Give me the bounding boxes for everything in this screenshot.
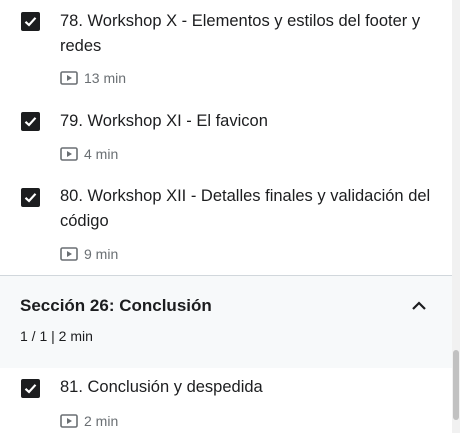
lecture-item[interactable]: 80. Workshop XII - Detalles finales y va… xyxy=(0,176,452,275)
duration-text: 4 min xyxy=(84,146,119,162)
video-icon xyxy=(60,147,78,161)
check-icon xyxy=(24,193,37,203)
lecture-item[interactable]: 81. Conclusión y despedida 2 min xyxy=(0,367,452,433)
section-summary: 1 / 1 | 2 min xyxy=(20,328,93,344)
check-icon xyxy=(24,384,37,394)
lecture-title: 79. Workshop XI - El favicon xyxy=(60,112,268,130)
lecture-title: 78. Workshop X - Elementos y estilos del… xyxy=(60,12,421,55)
lecture-title: 80. Workshop XII - Detalles finales y va… xyxy=(60,187,431,230)
video-icon xyxy=(60,247,78,261)
lecture-duration: 9 min xyxy=(60,245,118,263)
video-icon xyxy=(60,71,78,85)
lecture-title: 81. Conclusión y despedida xyxy=(60,378,263,396)
duration-text: 2 min xyxy=(84,413,119,429)
check-icon xyxy=(24,117,37,127)
video-icon xyxy=(60,414,78,428)
completed-checkbox[interactable] xyxy=(21,188,40,207)
chevron-up-icon[interactable] xyxy=(410,300,428,312)
section-title: Sección 26: Conclusión xyxy=(20,296,212,315)
section-header[interactable]: Sección 26: Conclusión 1 / 1 | 2 min xyxy=(0,275,452,368)
duration-text: 13 min xyxy=(84,70,127,86)
completed-checkbox[interactable] xyxy=(21,379,40,398)
lecture-duration: 13 min xyxy=(60,69,126,87)
check-icon xyxy=(24,17,37,27)
lecture-item[interactable]: 78. Workshop X - Elementos y estilos del… xyxy=(0,0,452,100)
lecture-duration: 4 min xyxy=(60,145,118,163)
lecture-item[interactable]: 79. Workshop XI - El favicon 4 min xyxy=(0,100,452,176)
lecture-duration: 2 min xyxy=(60,412,118,430)
completed-checkbox[interactable] xyxy=(21,112,40,131)
scrollbar-thumb[interactable] xyxy=(453,350,459,420)
completed-checkbox[interactable] xyxy=(21,12,40,31)
duration-text: 9 min xyxy=(84,246,119,262)
